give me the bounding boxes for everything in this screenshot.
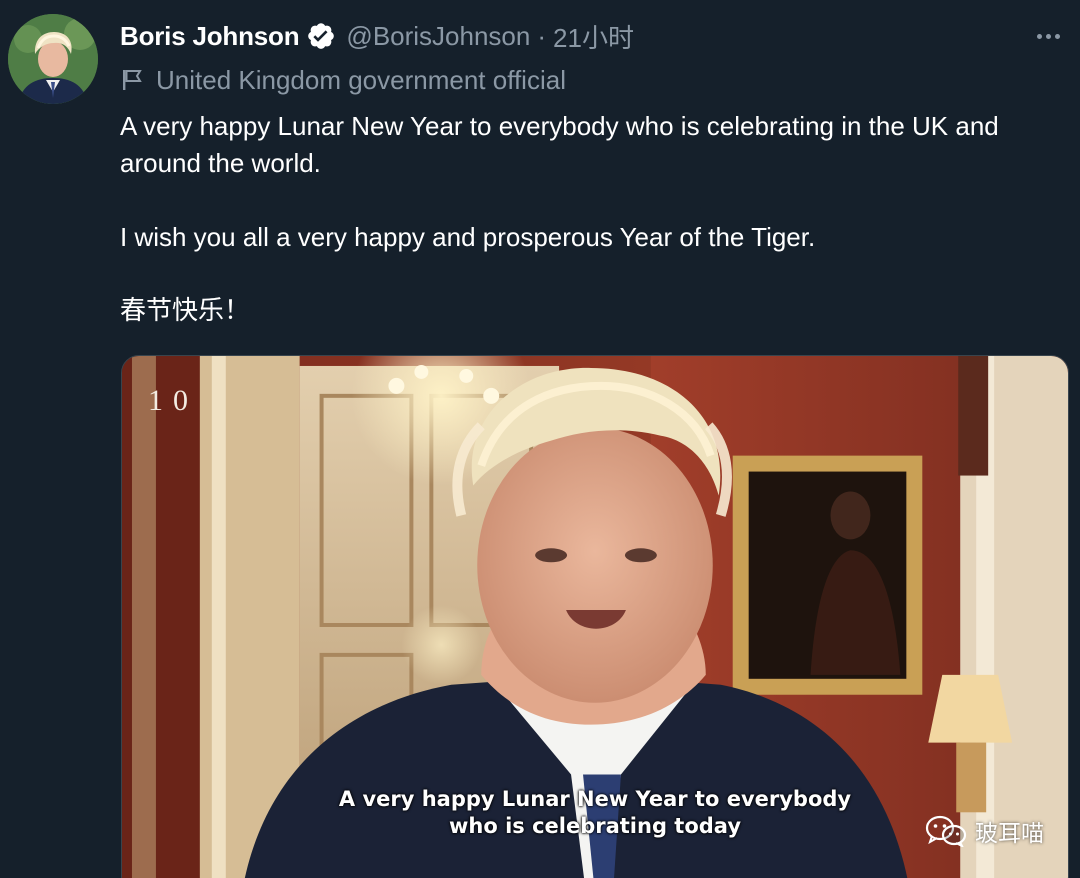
tweet-body: A very happy Lunar New Year to everybody… xyxy=(120,108,1070,330)
watermark-text: 玻耳喵 xyxy=(975,821,1044,847)
verified-badge-icon xyxy=(306,21,336,51)
tweet-timestamp[interactable]: 21小时 xyxy=(553,18,634,55)
government-label[interactable]: United Kingdom government official xyxy=(120,62,566,98)
tweet-header: Boris Johnson @BorisJohnson · 21小时 xyxy=(120,18,634,54)
author-avatar[interactable] xyxy=(8,14,98,104)
more-options-icon[interactable] xyxy=(1032,22,1064,50)
watermark: 玻耳喵 xyxy=(925,814,1044,848)
government-label-text: United Kingdom government official xyxy=(156,64,566,95)
author-name[interactable]: Boris Johnson xyxy=(120,21,300,52)
tweet[interactable]: Boris Johnson @BorisJohnson · 21小时 Unite… xyxy=(0,0,1080,878)
video-caption-line-1: A very happy Lunar New Year to everybody xyxy=(338,787,852,811)
flag-icon xyxy=(123,70,142,90)
number-ten-logo: 10 xyxy=(148,384,198,417)
video-thumbnail[interactable]: 10 A very happy Lunar New Year to everyb… xyxy=(121,355,1069,878)
author-handle[interactable]: @BorisJohnson xyxy=(346,21,530,52)
tweet-text-paragraph-1: A very happy Lunar New Year to everybody… xyxy=(120,111,1006,178)
avatar-image xyxy=(8,14,98,104)
wechat-icon xyxy=(925,815,967,847)
tweet-text-paragraph-3: 春节快乐！ xyxy=(120,296,251,326)
tweet-text-paragraph-2: I wish you all a very happy and prospero… xyxy=(120,222,816,252)
separator-dot: · xyxy=(537,20,547,51)
